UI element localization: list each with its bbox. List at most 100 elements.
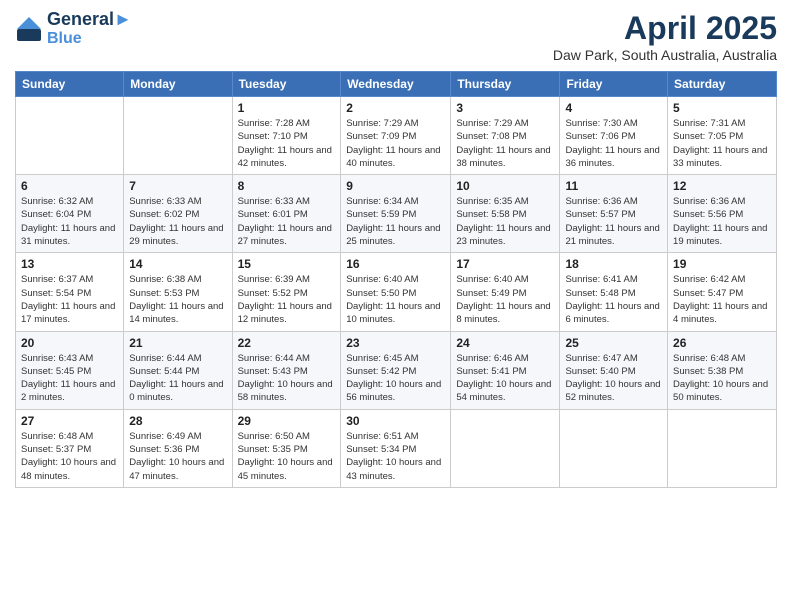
calendar-cell: 1 Sunrise: 7:28 AM Sunset: 7:10 PM Daylig… xyxy=(232,97,341,175)
header: General► Blue April 2025 Daw Park, South… xyxy=(15,10,777,63)
calendar-table: SundayMondayTuesdayWednesdayThursdayFrid… xyxy=(15,71,777,488)
calendar-cell: 13 Sunrise: 6:37 AM Sunset: 5:54 PM Dayli… xyxy=(16,253,124,331)
calendar-cell: 6 Sunrise: 6:32 AM Sunset: 6:04 PM Daylig… xyxy=(16,175,124,253)
day-number: 28 xyxy=(129,414,226,428)
calendar-cell: 9Sunrise: 6:34 AM Sunset: 5:59 PM Daylig… xyxy=(341,175,451,253)
weekday-header-thursday: Thursday xyxy=(451,72,560,97)
day-info: Sunrise: 6:33 AM Sunset: 6:01 PM Dayligh… xyxy=(238,195,336,248)
weekday-header-tuesday: Tuesday xyxy=(232,72,341,97)
day-info: Sunrise: 6:40 AM Sunset: 5:50 PM Dayligh… xyxy=(346,273,445,326)
day-number: 2 xyxy=(346,101,445,115)
calendar-cell: 19 Sunrise: 6:42 AM Sunset: 5:47 PM Dayli… xyxy=(668,253,777,331)
week-row-5: 27 Sunrise: 6:48 AM Sunset: 5:37 PM Dayli… xyxy=(16,409,777,487)
day-number: 14 xyxy=(129,257,226,271)
weekday-header-wednesday: Wednesday xyxy=(341,72,451,97)
day-info: Sunrise: 6:49 AM Sunset: 5:36 PM Dayligh… xyxy=(129,430,226,483)
day-number: 30 xyxy=(346,414,445,428)
day-number: 18 xyxy=(565,257,662,271)
calendar-cell: 10Sunrise: 6:35 AM Sunset: 5:58 PM Dayli… xyxy=(451,175,560,253)
calendar-cell xyxy=(451,409,560,487)
day-number: 5 xyxy=(673,101,771,115)
day-info: Sunrise: 6:36 AM Sunset: 5:57 PM Dayligh… xyxy=(565,195,662,248)
weekday-header-saturday: Saturday xyxy=(668,72,777,97)
day-number: 16 xyxy=(346,257,445,271)
day-info: Sunrise: 6:36 AM Sunset: 5:56 PM Dayligh… xyxy=(673,195,771,248)
day-number: 24 xyxy=(456,336,554,350)
day-number: 26 xyxy=(673,336,771,350)
day-info: Sunrise: 7:29 AM Sunset: 7:08 PM Dayligh… xyxy=(456,117,554,170)
day-info: Sunrise: 6:39 AM Sunset: 5:52 PM Dayligh… xyxy=(238,273,336,326)
day-number: 3 xyxy=(456,101,554,115)
day-number: 25 xyxy=(565,336,662,350)
day-info: Sunrise: 7:29 AM Sunset: 7:09 PM Dayligh… xyxy=(346,117,445,170)
day-info: Sunrise: 6:45 AM Sunset: 5:42 PM Dayligh… xyxy=(346,352,445,405)
calendar-cell xyxy=(124,97,232,175)
day-number: 27 xyxy=(21,414,118,428)
calendar-cell: 25 Sunrise: 6:47 AM Sunset: 5:40 PM Dayli… xyxy=(560,331,668,409)
calendar-cell: 24 Sunrise: 6:46 AM Sunset: 5:41 PM Dayli… xyxy=(451,331,560,409)
calendar-cell: 23Sunrise: 6:45 AM Sunset: 5:42 PM Dayli… xyxy=(341,331,451,409)
calendar-cell: 2 Sunrise: 7:29 AM Sunset: 7:09 PM Daylig… xyxy=(341,97,451,175)
day-number: 4 xyxy=(565,101,662,115)
day-number: 20 xyxy=(21,336,118,350)
day-info: Sunrise: 7:31 AM Sunset: 7:05 PM Dayligh… xyxy=(673,117,771,170)
location-subtitle: Daw Park, South Australia, Australia xyxy=(553,47,777,63)
calendar-cell: 4 Sunrise: 7:30 AM Sunset: 7:06 PM Daylig… xyxy=(560,97,668,175)
calendar-cell: 29 Sunrise: 6:50 AM Sunset: 5:35 PM Dayli… xyxy=(232,409,341,487)
calendar-cell xyxy=(668,409,777,487)
day-info: Sunrise: 6:44 AM Sunset: 5:43 PM Dayligh… xyxy=(238,352,336,405)
day-number: 13 xyxy=(21,257,118,271)
weekday-header-friday: Friday xyxy=(560,72,668,97)
day-number: 17 xyxy=(456,257,554,271)
calendar-cell: 20Sunrise: 6:43 AM Sunset: 5:45 PM Dayli… xyxy=(16,331,124,409)
day-number: 12 xyxy=(673,179,771,193)
day-info: Sunrise: 6:35 AM Sunset: 5:58 PM Dayligh… xyxy=(456,195,554,248)
calendar-cell: 16 Sunrise: 6:40 AM Sunset: 5:50 PM Dayli… xyxy=(341,253,451,331)
day-number: 15 xyxy=(238,257,336,271)
calendar-cell: 11Sunrise: 6:36 AM Sunset: 5:57 PM Dayli… xyxy=(560,175,668,253)
calendar-cell: 27 Sunrise: 6:48 AM Sunset: 5:37 PM Dayli… xyxy=(16,409,124,487)
week-row-4: 20Sunrise: 6:43 AM Sunset: 5:45 PM Dayli… xyxy=(16,331,777,409)
day-number: 29 xyxy=(238,414,336,428)
day-info: Sunrise: 6:50 AM Sunset: 5:35 PM Dayligh… xyxy=(238,430,336,483)
day-info: Sunrise: 6:37 AM Sunset: 5:54 PM Dayligh… xyxy=(21,273,118,326)
logo: General► Blue xyxy=(15,10,132,47)
logo-text: General► Blue xyxy=(47,10,132,47)
day-info: Sunrise: 6:51 AM Sunset: 5:34 PM Dayligh… xyxy=(346,430,445,483)
day-info: Sunrise: 7:28 AM Sunset: 7:10 PM Dayligh… xyxy=(238,117,336,170)
calendar-cell: 8 Sunrise: 6:33 AM Sunset: 6:01 PM Daylig… xyxy=(232,175,341,253)
day-info: Sunrise: 6:34 AM Sunset: 5:59 PM Dayligh… xyxy=(346,195,445,248)
day-number: 19 xyxy=(673,257,771,271)
logo-icon xyxy=(15,15,43,43)
page: General► Blue April 2025 Daw Park, South… xyxy=(0,0,792,612)
calendar-cell: 7Sunrise: 6:33 AM Sunset: 6:02 PM Daylig… xyxy=(124,175,232,253)
day-number: 21 xyxy=(129,336,226,350)
calendar-cell: 17 Sunrise: 6:40 AM Sunset: 5:49 PM Dayli… xyxy=(451,253,560,331)
day-info: Sunrise: 6:40 AM Sunset: 5:49 PM Dayligh… xyxy=(456,273,554,326)
calendar-cell xyxy=(16,97,124,175)
day-info: Sunrise: 6:47 AM Sunset: 5:40 PM Dayligh… xyxy=(565,352,662,405)
day-info: Sunrise: 6:32 AM Sunset: 6:04 PM Dayligh… xyxy=(21,195,118,248)
day-info: Sunrise: 7:30 AM Sunset: 7:06 PM Dayligh… xyxy=(565,117,662,170)
day-info: Sunrise: 6:48 AM Sunset: 5:37 PM Dayligh… xyxy=(21,430,118,483)
day-number: 8 xyxy=(238,179,336,193)
calendar-cell xyxy=(560,409,668,487)
day-number: 1 xyxy=(238,101,336,115)
day-number: 6 xyxy=(21,179,118,193)
calendar-cell: 26Sunrise: 6:48 AM Sunset: 5:38 PM Dayli… xyxy=(668,331,777,409)
calendar-cell: 3 Sunrise: 7:29 AM Sunset: 7:08 PM Daylig… xyxy=(451,97,560,175)
week-row-3: 13 Sunrise: 6:37 AM Sunset: 5:54 PM Dayli… xyxy=(16,253,777,331)
calendar-cell: 12 Sunrise: 6:36 AM Sunset: 5:56 PM Dayli… xyxy=(668,175,777,253)
calendar-cell: 14Sunrise: 6:38 AM Sunset: 5:53 PM Dayli… xyxy=(124,253,232,331)
calendar-cell: 22Sunrise: 6:44 AM Sunset: 5:43 PM Dayli… xyxy=(232,331,341,409)
week-row-2: 6 Sunrise: 6:32 AM Sunset: 6:04 PM Daylig… xyxy=(16,175,777,253)
day-info: Sunrise: 6:42 AM Sunset: 5:47 PM Dayligh… xyxy=(673,273,771,326)
calendar-cell: 30 Sunrise: 6:51 AM Sunset: 5:34 PM Dayli… xyxy=(341,409,451,487)
weekday-header-sunday: Sunday xyxy=(16,72,124,97)
calendar-cell: 5 Sunrise: 7:31 AM Sunset: 7:05 PM Daylig… xyxy=(668,97,777,175)
week-row-1: 1 Sunrise: 7:28 AM Sunset: 7:10 PM Daylig… xyxy=(16,97,777,175)
day-info: Sunrise: 6:46 AM Sunset: 5:41 PM Dayligh… xyxy=(456,352,554,405)
title-area: April 2025 Daw Park, South Australia, Au… xyxy=(553,10,777,63)
calendar-cell: 18Sunrise: 6:41 AM Sunset: 5:48 PM Dayli… xyxy=(560,253,668,331)
calendar-cell: 15 Sunrise: 6:39 AM Sunset: 5:52 PM Dayli… xyxy=(232,253,341,331)
